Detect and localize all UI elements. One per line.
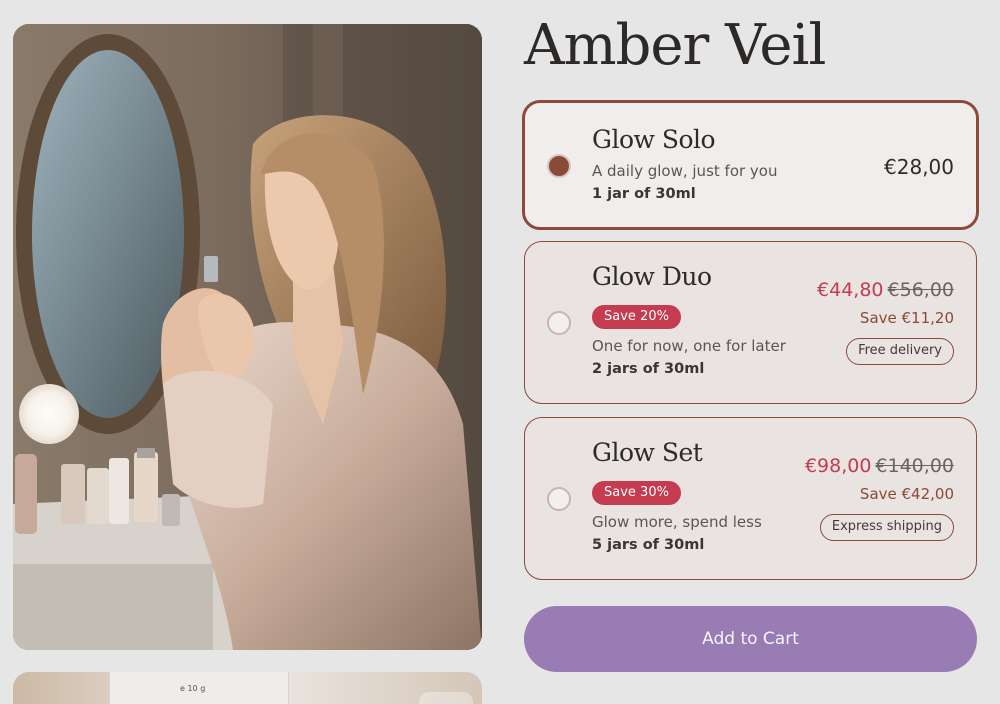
product-title: Amber Veil <box>524 13 826 78</box>
thumbnail-product-box: e 10 g <box>109 672 289 704</box>
offer-name: Glow Set <box>592 438 703 467</box>
offer-tagline: A daily glow, just for you <box>592 162 778 180</box>
sale-price: €98,00 <box>804 455 872 477</box>
perk-badge: Free delivery <box>846 338 954 365</box>
offer-quantity: 5 jars of 30ml <box>592 537 705 553</box>
offer-price-row: €44,80 €56,00 <box>817 279 954 301</box>
offer-name: Glow Duo <box>592 262 712 291</box>
offer-price: €28,00 <box>884 155 954 179</box>
offer-glow-duo[interactable]: Glow Duo Save 20% One for now, one for l… <box>524 241 977 404</box>
thumbnail-overlay-control[interactable] <box>419 692 473 704</box>
product-hero-image[interactable] <box>13 24 482 650</box>
offer-tagline: Glow more, spend less <box>592 513 762 531</box>
offer-quantity: 2 jars of 30ml <box>592 361 705 377</box>
offer-glow-set[interactable]: Glow Set Save 30% Glow more, spend less … <box>524 417 977 580</box>
offer-radio[interactable] <box>547 487 571 511</box>
discount-badge: Save 20% <box>592 305 681 329</box>
original-price: €140,00 <box>875 455 954 477</box>
offer-tagline: One for now, one for later <box>592 337 786 355</box>
product-thumbnail-image[interactable]: e 10 g <box>13 672 482 704</box>
hero-photo-illustration <box>13 24 482 650</box>
savings-amount: Save €11,20 <box>859 309 954 327</box>
thumbnail-label: e 10 g <box>180 684 206 693</box>
discount-badge: Save 30% <box>592 481 681 505</box>
offer-price-row: €98,00 €140,00 <box>805 455 954 477</box>
offer-name: Glow Solo <box>592 125 716 154</box>
sale-price: €44,80 <box>817 279 884 301</box>
savings-amount: Save €42,00 <box>859 485 954 503</box>
offer-quantity: 1 jar of 30ml <box>592 186 696 202</box>
add-to-cart-button[interactable]: Add to Cart <box>524 606 977 672</box>
perk-badge: Express shipping <box>819 514 954 541</box>
offer-radio[interactable] <box>547 311 571 335</box>
offer-glow-solo[interactable]: Glow Solo A daily glow, just for you 1 j… <box>522 100 979 230</box>
offer-radio-selected[interactable] <box>547 154 571 178</box>
original-price: €56,00 <box>887 279 954 301</box>
